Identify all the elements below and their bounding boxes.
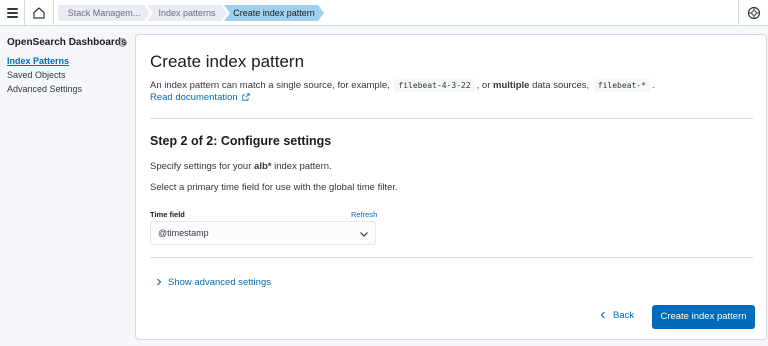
code-example-single: filebeat-4-3-22	[394, 79, 475, 92]
main-panel: Create index pattern An index pattern ca…	[135, 34, 767, 340]
description-bold: multiple	[493, 80, 530, 91]
divider	[53, 0, 54, 26]
index-pattern-name: alb*	[254, 161, 272, 172]
home-icon[interactable]	[31, 5, 47, 21]
back-label: Back	[613, 310, 635, 321]
description-text: data sources,	[532, 80, 590, 91]
refresh-link[interactable]: Refresh	[351, 210, 377, 219]
breadcrumb-create-index-pattern: Create index pattern	[224, 5, 324, 21]
divider	[150, 257, 753, 258]
description-text: , or	[476, 80, 491, 91]
breadcrumb-stack-management[interactable]: Stack Managem...	[58, 5, 150, 21]
read-documentation-label: Read documentation	[150, 92, 238, 103]
create-index-pattern-button[interactable]: Create index pattern	[652, 305, 755, 329]
description-text: .	[651, 80, 655, 91]
hamburger-icon[interactable]	[4, 4, 22, 22]
chevron-right-icon	[157, 278, 162, 286]
show-advanced-settings-button[interactable]: Show advanced settings	[155, 277, 271, 288]
read-documentation-link[interactable]: Read documentation	[150, 92, 250, 103]
top-bar: Stack Managem... Index patterns Create i…	[0, 0, 768, 26]
time-field-hint: Select a primary time field for use with…	[150, 182, 398, 193]
external-link-icon	[242, 93, 250, 101]
sidebar-item-index-patterns[interactable]: Index Patterns	[7, 56, 69, 66]
specify-settings-text: Specify settings for your alb* index pat…	[150, 161, 332, 172]
step-title: Step 2 of 2: Configure settings	[150, 134, 332, 148]
show-advanced-settings-label: Show advanced settings	[168, 277, 271, 288]
help-icon[interactable]	[746, 5, 762, 21]
time-field-value: @timestamp	[158, 228, 209, 238]
code-example-multiple: filebeat-*	[593, 79, 650, 92]
back-button[interactable]: Back	[599, 310, 634, 321]
chevron-left-icon	[600, 311, 605, 319]
sidebar-item-advanced-settings[interactable]: Advanced Settings	[7, 84, 82, 94]
description-text: An index pattern can match a single sour…	[150, 80, 390, 91]
divider	[24, 0, 25, 26]
time-field-select[interactable]: @timestamp	[150, 221, 376, 245]
divider	[150, 118, 753, 119]
sidebar: OpenSearch Dashboards Index Patterns Sav…	[0, 27, 135, 346]
sidebar-title: OpenSearch Dashboards	[7, 37, 127, 48]
description: An index pattern can match a single sour…	[150, 79, 655, 93]
page-title: Create index pattern	[150, 52, 305, 71]
breadcrumb-index-patterns[interactable]: Index patterns	[147, 5, 227, 21]
info-icon[interactable]	[118, 38, 127, 47]
time-field-label: Time field	[150, 210, 185, 219]
specify-prefix: Specify settings for your	[150, 161, 252, 172]
specify-suffix: index pattern.	[274, 161, 332, 172]
sidebar-item-saved-objects[interactable]: Saved Objects	[7, 70, 66, 80]
divider	[738, 0, 739, 26]
chevron-down-icon	[360, 232, 368, 237]
